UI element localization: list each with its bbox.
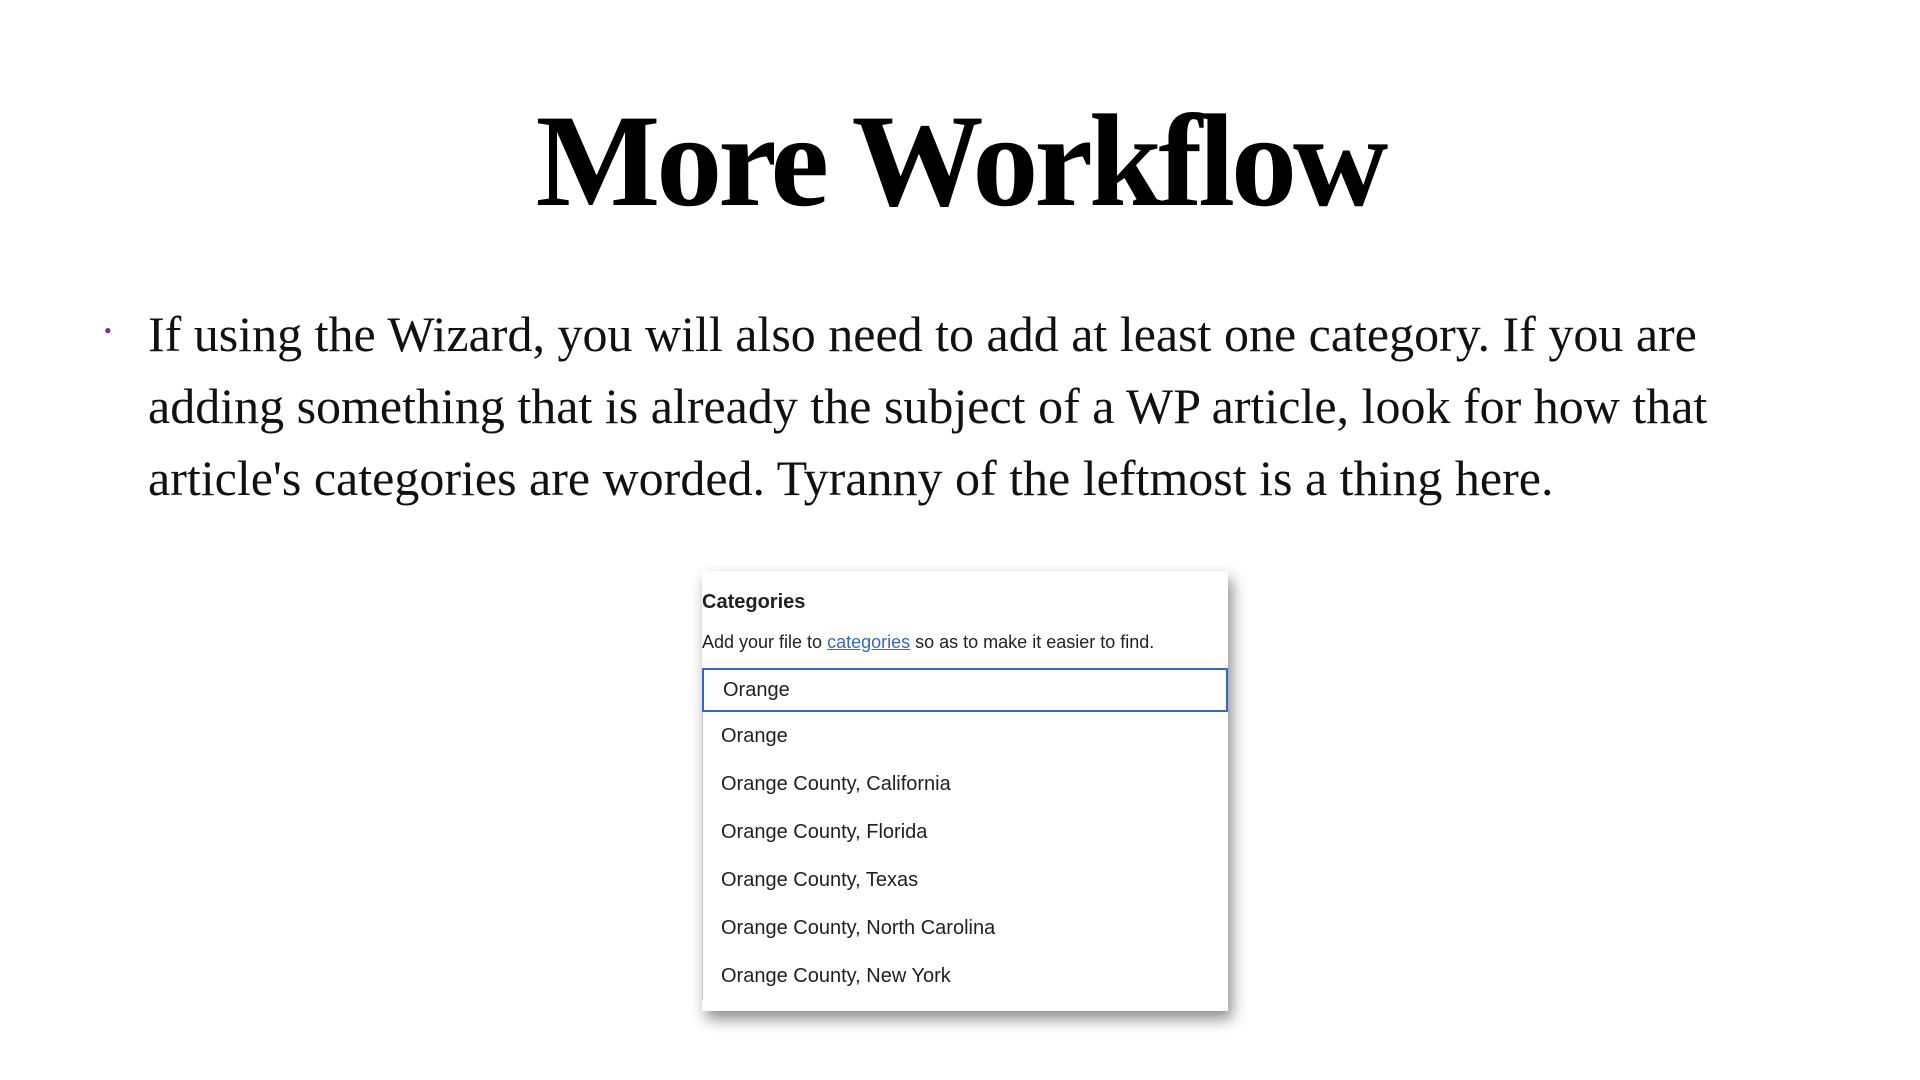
slide-title: More Workflow — [535, 87, 1389, 234]
suggestion-item[interactable]: Orange County, Florida — [703, 808, 1228, 856]
help-prefix: Add your file to — [702, 632, 828, 652]
help-suffix: so as to make it easier to find. — [910, 632, 1155, 652]
slide: More Workflow • If using the Wizard, you… — [0, 0, 1920, 1080]
suggestion-list: Orange Orange County, California Orange … — [702, 712, 1228, 1000]
suggestion-item[interactable]: Orange County, California — [703, 760, 1228, 808]
bullet-dot-icon: • — [104, 318, 112, 343]
suggestion-item[interactable]: Orange County, New York — [703, 952, 1228, 1000]
bullet-list: • If using the Wizard, you will also nee… — [100, 298, 1840, 514]
bullet-text: If using the Wizard, you will also need … — [148, 306, 1708, 506]
categories-heading: Categories — [702, 591, 806, 613]
categories-link[interactable]: categories — [827, 632, 910, 652]
suggestion-item[interactable]: Orange — [703, 712, 1228, 760]
categories-help-text: Add your file to categories so as to mak… — [702, 632, 1154, 653]
suggestion-item[interactable]: Orange County, North Carolina — [703, 904, 1228, 952]
bullet-item: • If using the Wizard, you will also nee… — [100, 298, 1840, 514]
category-input[interactable] — [702, 668, 1228, 712]
categories-screenshot: Categories Add your file to categories s… — [702, 571, 1228, 1011]
suggestion-item[interactable]: Orange County, Texas — [703, 856, 1228, 904]
